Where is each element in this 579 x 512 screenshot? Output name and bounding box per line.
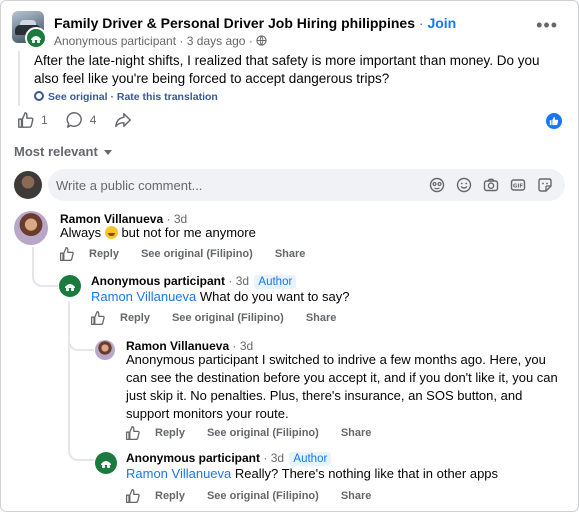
camera-icon[interactable] bbox=[483, 177, 499, 193]
mention-link[interactable]: Ramon Villanueva bbox=[126, 466, 231, 481]
like-icon[interactable] bbox=[90, 310, 106, 326]
thread-line bbox=[68, 301, 70, 443]
comment-button[interactable]: 4 bbox=[66, 111, 97, 129]
more-options-icon[interactable]: ••• bbox=[536, 16, 558, 34]
post-body: After the late-night shifts, I realized … bbox=[34, 53, 540, 86]
anonymous-avatar-icon[interactable] bbox=[59, 275, 81, 297]
join-button[interactable]: Join bbox=[427, 15, 456, 31]
author-name[interactable]: Anonymous participant bbox=[126, 451, 260, 465]
see-original-link[interactable]: See original (Filipino) bbox=[207, 427, 319, 439]
see-original-link[interactable]: See original (Filipino) bbox=[141, 248, 253, 260]
like-icon[interactable] bbox=[125, 488, 141, 504]
comment-actions: Reply See original (Filipino) Share bbox=[125, 488, 393, 504]
thread-connector bbox=[32, 259, 58, 287]
rate-translation-link[interactable]: Rate this translation bbox=[117, 91, 218, 103]
comment-actions: Reply See original (Filipino) Share bbox=[90, 310, 358, 326]
comment-author: Anonymous participant · 3d Author bbox=[91, 274, 297, 289]
see-original-link[interactable]: See original (Filipino) bbox=[207, 490, 319, 502]
reply-button[interactable]: Reply bbox=[155, 490, 185, 502]
post-author[interactable]: Anonymous participant bbox=[54, 34, 176, 48]
thread-connector bbox=[68, 329, 94, 351]
post-card: Family Driver & Personal Driver Job Hiri… bbox=[0, 0, 579, 512]
share-button[interactable] bbox=[114, 111, 132, 129]
translation-links: See original · Rate this translation bbox=[34, 91, 218, 103]
comment-time[interactable]: 3d bbox=[271, 451, 284, 465]
current-user-avatar[interactable] bbox=[14, 171, 42, 199]
group-name-link[interactable]: Family Driver & Personal Driver Job Hiri… bbox=[54, 15, 415, 31]
post-meta: Anonymous participant · 3 days ago · bbox=[54, 34, 267, 48]
comment-author: Anonymous participant · 3d Author bbox=[126, 451, 332, 466]
comment-time[interactable]: 3d bbox=[236, 274, 249, 288]
chevron-down-icon bbox=[103, 150, 112, 155]
comment-icon bbox=[66, 112, 82, 128]
composer-icons: GIF bbox=[429, 177, 553, 193]
reply-button[interactable]: Reply bbox=[120, 312, 150, 324]
gear-icon bbox=[34, 91, 44, 101]
author-name[interactable]: Anonymous participant bbox=[91, 274, 225, 288]
comment-text: Always but not for me anymore bbox=[60, 225, 256, 240]
comment-input[interactable] bbox=[56, 175, 426, 195]
comment-text: Ramon Villanueva What do you want to say… bbox=[91, 289, 350, 304]
comment-count: 4 bbox=[89, 113, 97, 127]
share-button[interactable]: Share bbox=[306, 312, 337, 324]
author-badge: Author bbox=[254, 275, 297, 289]
like-icon[interactable] bbox=[125, 425, 141, 441]
reaction-bar: 1 4 bbox=[17, 111, 144, 129]
share-icon bbox=[115, 112, 132, 128]
like-button[interactable]: 1 bbox=[17, 111, 48, 129]
separator: · bbox=[418, 15, 424, 31]
sort-dropdown[interactable]: Most relevant bbox=[14, 144, 112, 159]
globe-icon bbox=[256, 35, 267, 46]
gif-icon[interactable]: GIF bbox=[510, 177, 526, 193]
share-button[interactable]: Share bbox=[341, 490, 372, 502]
post-header-title: Family Driver & Personal Driver Job Hiri… bbox=[54, 15, 456, 31]
anonymous-avatar-icon bbox=[25, 27, 47, 49]
avatar-sticker-icon[interactable] bbox=[429, 177, 445, 193]
comment-text: Ramon Villanueva Really? There's nothing… bbox=[126, 466, 499, 481]
svg-text:GIF: GIF bbox=[513, 183, 524, 189]
emoji-icon[interactable] bbox=[456, 177, 472, 193]
commenter-avatar[interactable] bbox=[95, 340, 115, 360]
sort-label: Most relevant bbox=[14, 144, 98, 159]
like-reaction-icon[interactable] bbox=[546, 113, 562, 129]
comment-actions: Reply See original (Filipino) Share bbox=[125, 425, 393, 441]
like-icon bbox=[18, 112, 34, 128]
like-count: 1 bbox=[41, 113, 48, 127]
author-badge: Author bbox=[289, 452, 332, 466]
reply-button[interactable]: Reply bbox=[155, 427, 185, 439]
sticker-icon[interactable] bbox=[537, 177, 553, 193]
see-original-link[interactable]: See original (Filipino) bbox=[172, 312, 284, 324]
see-original-link[interactable]: See original bbox=[48, 91, 108, 103]
comment-composer: GIF bbox=[48, 169, 565, 201]
reply-button[interactable]: Reply bbox=[89, 248, 119, 260]
like-icon[interactable] bbox=[59, 246, 75, 262]
grinning-face-icon bbox=[104, 226, 118, 239]
commenter-avatar[interactable] bbox=[14, 211, 48, 245]
comment-text: Anonymous participant I switched to indr… bbox=[126, 352, 558, 421]
share-button[interactable]: Share bbox=[275, 248, 306, 260]
comment-actions: Reply See original (Filipino) Share bbox=[59, 246, 327, 262]
share-button[interactable]: Share bbox=[341, 427, 372, 439]
mention-link[interactable]: Ramon Villanueva bbox=[91, 289, 196, 304]
anonymous-avatar-icon[interactable] bbox=[95, 452, 117, 474]
translation-bar bbox=[18, 51, 20, 106]
thread-connector bbox=[68, 431, 94, 461]
post-time[interactable]: 3 days ago bbox=[187, 34, 246, 48]
